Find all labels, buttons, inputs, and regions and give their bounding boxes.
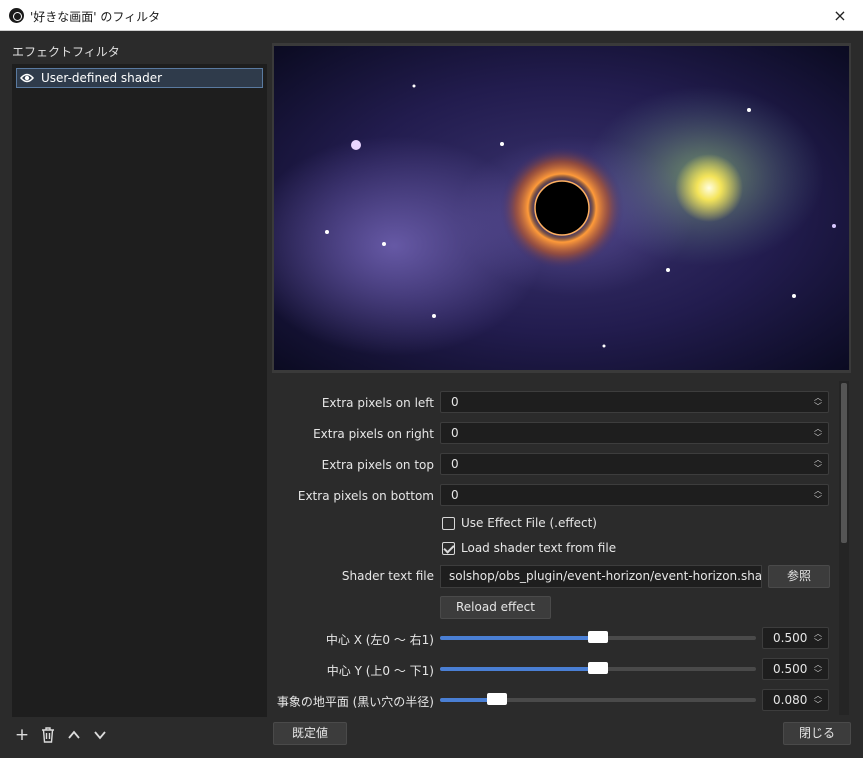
scrollbar-thumb[interactable] — [841, 383, 847, 543]
chevron-up-icon — [68, 730, 80, 739]
extra-bottom-label: Extra pixels on bottom — [297, 489, 434, 503]
trash-icon — [42, 727, 54, 743]
slider-handle[interactable] — [487, 693, 507, 705]
filter-item-user-defined-shader[interactable]: User-defined shader — [16, 68, 263, 88]
spin-arrows-icon[interactable]: ︿ ﹀ — [814, 691, 822, 709]
shader-file-label: Shader text file — [341, 569, 434, 583]
spin-arrows-icon[interactable]: ︿ ﹀ — [814, 424, 822, 442]
slider-handle[interactable] — [588, 631, 608, 643]
window-title: '好きな画面' のフィルタ — [30, 10, 161, 24]
spin-value: 0 — [451, 426, 459, 440]
center-x-label: 中心 X (左0 ～ 右1) — [325, 633, 434, 647]
title-bar: '好きな画面' のフィルタ × — [0, 0, 863, 31]
defaults-button[interactable]: 既定値 — [273, 722, 347, 745]
spin-arrows-icon[interactable]: ︿ ﹀ — [814, 455, 822, 473]
spin-value: 0.500 — [773, 662, 808, 676]
chevron-down-icon — [94, 731, 106, 740]
filter-list: User-defined shader — [12, 64, 267, 717]
spin-arrows-icon[interactable]: ︿ ﹀ — [814, 486, 822, 504]
spin-arrows-icon[interactable]: ︿ ﹀ — [814, 660, 822, 678]
close-button[interactable]: 閉じる — [783, 722, 851, 745]
slider-fill — [440, 636, 598, 640]
extra-top-spinbox[interactable]: 0 ︿ ﹀ — [440, 453, 829, 475]
effect-filters-label: エフェクトフィルタ — [12, 45, 120, 59]
extra-right-spinbox[interactable]: 0 ︿ ﹀ — [440, 422, 829, 444]
use-effect-file-label: Use Effect File (.effect) — [461, 516, 597, 530]
center-y-spinbox[interactable]: 0.500 ︿ ﹀ — [762, 658, 829, 680]
move-up-button[interactable] — [64, 725, 84, 745]
spin-value: 0 — [451, 488, 459, 502]
center-y-slider[interactable] — [440, 662, 756, 674]
add-filter-button[interactable]: + — [12, 725, 32, 745]
horizon-radius-slider[interactable] — [440, 693, 756, 705]
visibility-eye-icon[interactable] — [20, 73, 34, 83]
filter-item-label: User-defined shader — [41, 71, 163, 85]
spin-value: 0 — [451, 457, 459, 471]
extra-left-spinbox[interactable]: 0 ︿ ﹀ — [440, 391, 829, 413]
center-y-label: 中心 Y (上0 ～ 下1) — [326, 664, 434, 678]
browse-button[interactable]: 参照 — [768, 565, 830, 588]
extra-left-label: Extra pixels on left — [321, 396, 434, 410]
center-x-slider[interactable] — [440, 631, 756, 643]
load-shader-checkbox[interactable] — [442, 542, 455, 555]
preview-canvas — [272, 43, 851, 373]
move-down-button[interactable] — [90, 725, 110, 745]
horizon-radius-spinbox[interactable]: 0.080 ︿ ﹀ — [762, 689, 829, 711]
horizon-radius-label: 事象の地平面 (黒い穴の半径) — [276, 695, 434, 709]
center-x-spinbox[interactable]: 0.500 ︿ ﹀ — [762, 627, 829, 649]
extra-right-label: Extra pixels on right — [313, 427, 434, 441]
extra-top-label: Extra pixels on top — [321, 458, 434, 472]
close-window-button[interactable]: × — [817, 0, 863, 31]
properties-scrollbar[interactable] — [839, 381, 849, 715]
use-effect-file-checkbox[interactable] — [442, 517, 455, 530]
spin-arrows-icon[interactable]: ︿ ﹀ — [814, 393, 822, 411]
extra-bottom-spinbox[interactable]: 0 ︿ ﹀ — [440, 484, 829, 506]
preview-image — [274, 46, 849, 370]
slider-fill — [440, 667, 598, 671]
spin-value: 0 — [451, 395, 459, 409]
slider-handle[interactable] — [588, 662, 608, 674]
spin-value: 0.500 — [773, 631, 808, 645]
obs-logo-icon — [9, 8, 24, 23]
load-shader-label: Load shader text from file — [461, 541, 617, 555]
spin-arrows-icon[interactable]: ︿ ﹀ — [814, 629, 822, 647]
reload-effect-button[interactable]: Reload effect — [440, 596, 551, 619]
remove-filter-button[interactable] — [38, 725, 58, 745]
shader-file-input[interactable]: solshop/obs_plugin/event-horizon/event-h… — [440, 565, 762, 588]
spin-value: 0.080 — [773, 693, 808, 707]
